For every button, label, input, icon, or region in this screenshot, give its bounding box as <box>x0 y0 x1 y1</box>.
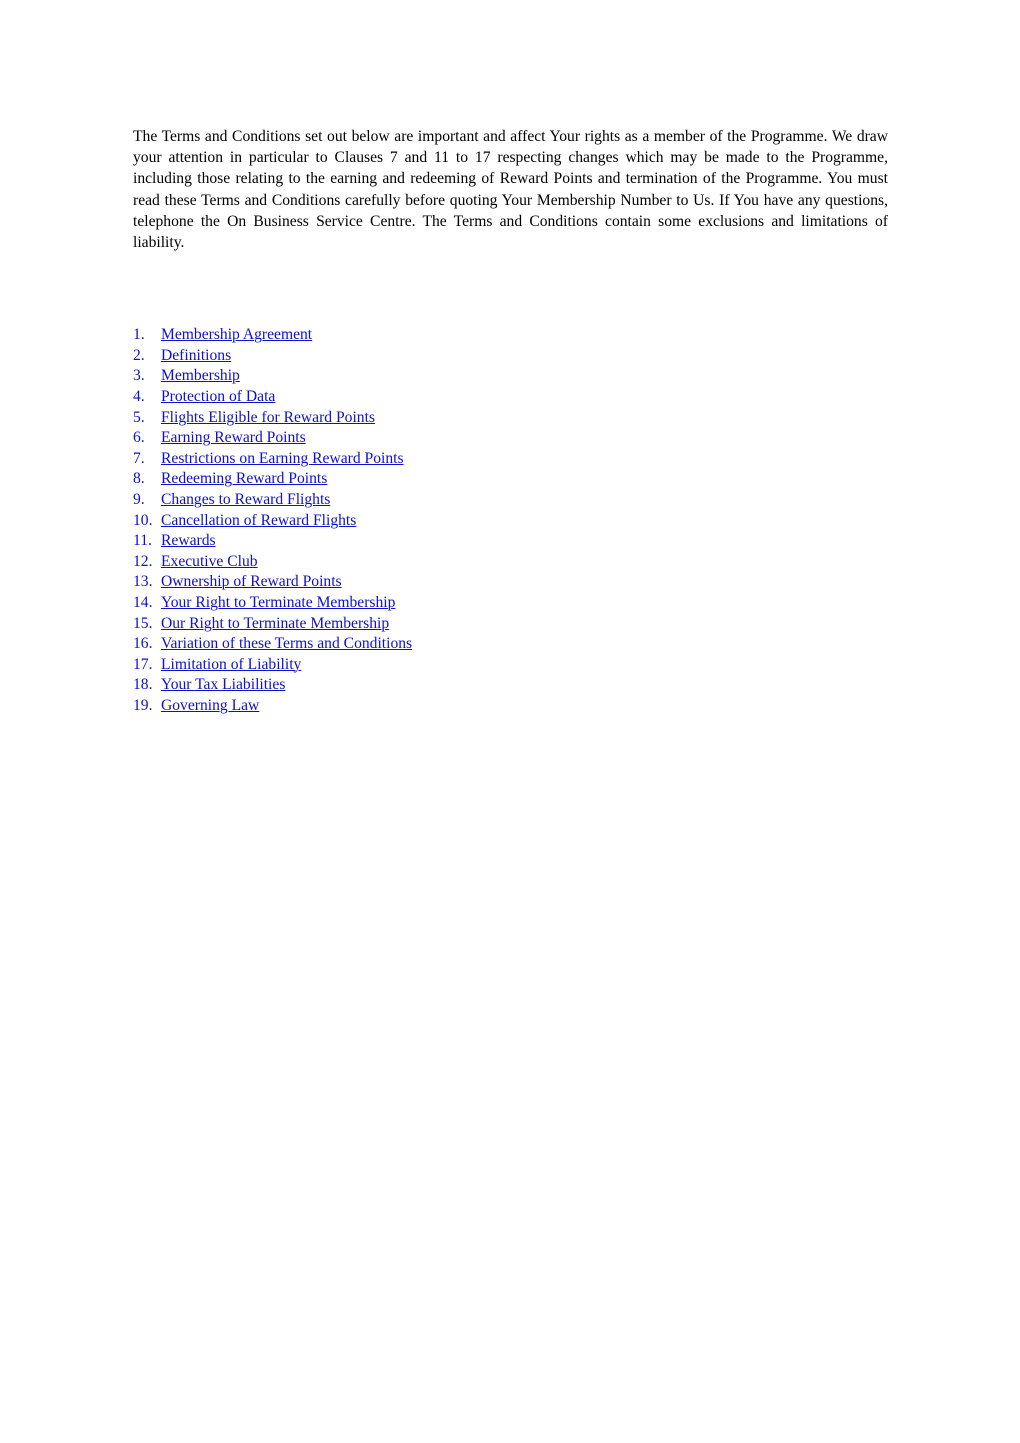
toc-list-item: 2. Definitions <box>133 346 888 367</box>
toc-list-item: 12. Executive Club <box>133 552 888 573</box>
intro-paragraph: The Terms and Conditions set out below a… <box>133 128 888 252</box>
toc-link-14[interactable]: Your Right to Terminate Membership <box>161 593 395 614</box>
toc-list-item: 4. Protection of Data <box>133 387 888 408</box>
toc-item-number: 7. <box>133 449 145 467</box>
toc-item-number: 8. <box>133 470 145 488</box>
toc-item-number: 3. <box>133 367 145 385</box>
toc-item-number: 19. <box>133 696 153 714</box>
toc-list-item: 3. Membership <box>133 366 888 387</box>
toc-item-number: 14. <box>133 593 153 611</box>
toc-list-item: 9. Changes to Reward Flights <box>133 490 888 511</box>
toc-item-number: 5. <box>133 408 145 426</box>
document-content: The Terms and Conditions set out below a… <box>133 126 888 717</box>
toc-list-item: 5. Flights Eligible for Reward Points <box>133 408 888 429</box>
toc-link-5[interactable]: Flights Eligible for Reward Points <box>161 408 375 429</box>
toc-item-number: 4. <box>133 388 145 405</box>
toc-link-6[interactable]: Earning Reward Points <box>161 428 306 449</box>
toc-list-item: 1. Membership Agreement <box>133 325 888 346</box>
toc-item-number: 11. <box>133 532 152 550</box>
toc-link-10[interactable]: Cancellation of Reward Flights <box>161 511 356 532</box>
toc-link-17[interactable]: Limitation of Liability <box>161 655 301 676</box>
toc-link-16[interactable]: Variation of these Terms and Conditions <box>161 634 412 655</box>
toc-list-item: 7. Restrictions on Earning Reward Points <box>133 449 888 470</box>
toc-item-number: 6. <box>133 429 145 447</box>
toc-link-8[interactable]: Redeeming Reward Points <box>161 469 327 490</box>
toc-link-15[interactable]: Our Right to Terminate Membership <box>161 614 389 635</box>
toc-list-item: 10. Cancellation of Reward Flights <box>133 511 888 532</box>
toc-link-12[interactable]: Executive Club <box>161 552 258 573</box>
toc-item-number: 9. <box>133 490 145 508</box>
toc-list-item: 8. Redeeming Reward Points <box>133 469 888 490</box>
toc-link-2[interactable]: Definitions <box>161 346 231 367</box>
toc-item-number: 10. <box>133 511 153 529</box>
toc-link-13[interactable]: Ownership of Reward Points <box>161 572 342 593</box>
toc-item-number: 15. <box>133 614 153 632</box>
toc-link-18[interactable]: Your Tax Liabilities <box>161 675 285 696</box>
toc-item-number: 13. <box>133 573 153 591</box>
toc-list-item: 15. Our Right to Terminate Membership <box>133 614 888 635</box>
toc-list-item: 13. Ownership of Reward Points <box>133 572 888 593</box>
toc-list-item: 16. Variation of these Terms and Conditio… <box>133 634 888 655</box>
toc-link-9[interactable]: Changes to Reward Flights <box>161 490 330 511</box>
toc-item-number: 1. <box>133 326 145 344</box>
document-page: The Terms and Conditions set out below a… <box>0 0 1020 1443</box>
toc-list-item: 14. Your Right to Terminate Membership <box>133 593 888 614</box>
toc-list-item: 19. Governing Law <box>133 696 888 717</box>
toc-item-number: 2. <box>133 346 145 364</box>
toc-link-4[interactable]: Protection of Data <box>161 387 275 408</box>
toc-list-item: 6. Earning Reward Points <box>133 428 888 449</box>
toc-link-19[interactable]: Governing Law <box>161 696 259 717</box>
toc-link-1[interactable]: Membership Agreement <box>161 325 312 346</box>
toc-link-7[interactable]: Restrictions on Earning Reward Points <box>161 449 404 470</box>
toc-item-number: 17. <box>133 655 153 673</box>
toc-link-11[interactable]: Rewards <box>161 531 216 552</box>
toc-item-number: 16. <box>133 635 153 653</box>
table-of-contents: 1. Membership Agreement 2. Definitions 3. Mem… <box>133 325 888 716</box>
toc-list-item: 18. Your Tax Liabilities <box>133 675 888 696</box>
toc-list-item: 17. Limitation of Liability <box>133 655 888 676</box>
toc-item-number: 12. <box>133 552 153 570</box>
toc-link-3[interactable]: Membership <box>161 366 240 387</box>
toc-item-number: 18. <box>133 676 153 694</box>
toc-list-item: 11. Rewards <box>133 531 888 552</box>
